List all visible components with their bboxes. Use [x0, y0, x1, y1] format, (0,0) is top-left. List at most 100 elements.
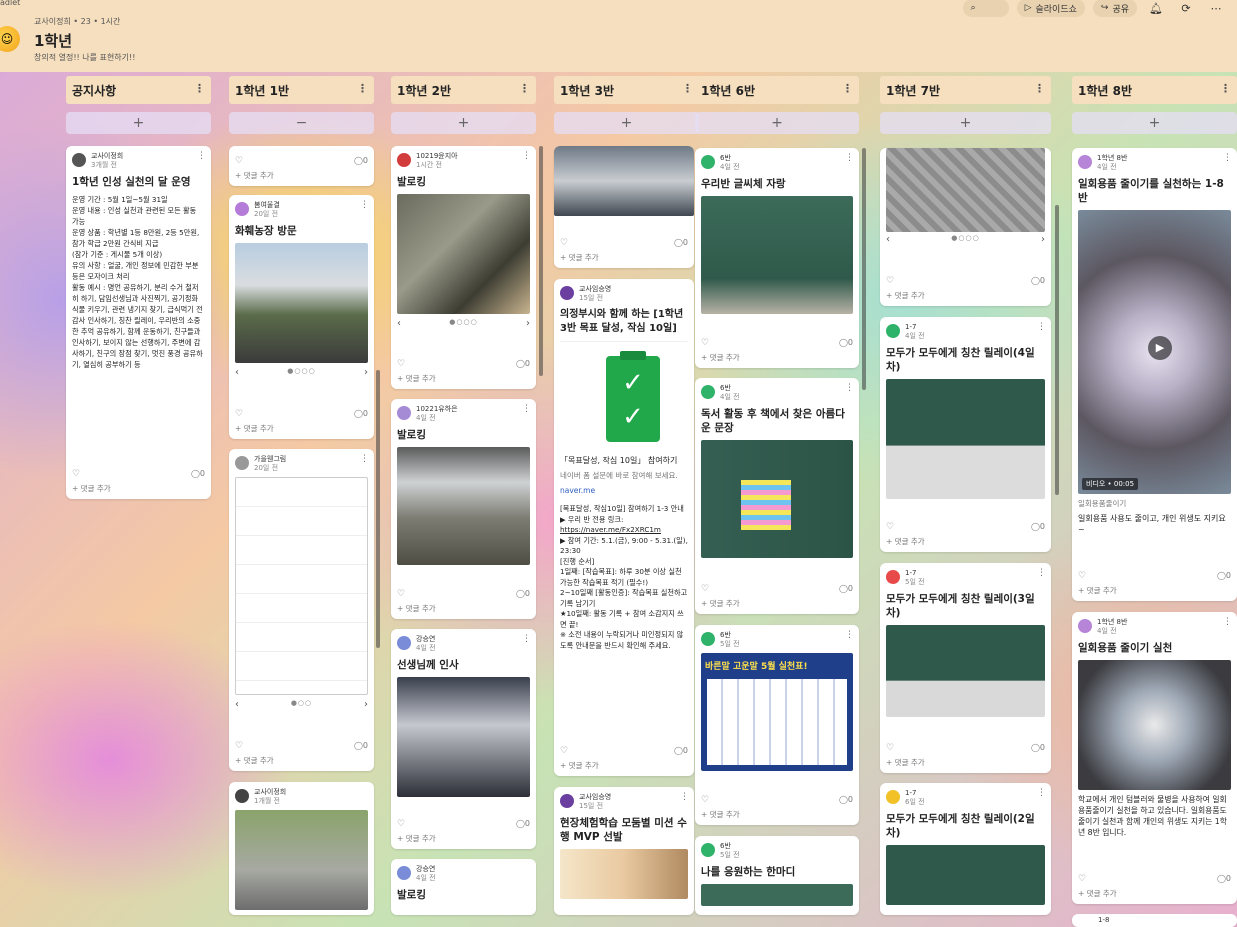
post-menu-icon[interactable]: ⋮: [1037, 788, 1046, 798]
next-icon[interactable]: ›: [364, 367, 368, 378]
link-preview-image[interactable]: ✓ ✓: [560, 341, 688, 451]
post-photo[interactable]: [886, 379, 1045, 499]
bell-icon[interactable]: 🔔︎: [1145, 0, 1167, 17]
add-post-button[interactable]: −: [229, 112, 374, 134]
prev-icon[interactable]: ‹: [235, 699, 239, 710]
column-scrollbar[interactable]: [539, 146, 543, 376]
add-comment-button[interactable]: + 댓글 추가: [701, 809, 740, 820]
heart-icon[interactable]: ♡: [701, 338, 709, 348]
post-menu-icon[interactable]: ⋮: [197, 151, 206, 161]
post-photo[interactable]: [397, 677, 530, 797]
post-photo[interactable]: 바른말 고운말 5월 실천표!: [701, 653, 853, 771]
heart-icon[interactable]: ♡: [235, 741, 243, 751]
column-scrollbar[interactable]: [1055, 205, 1059, 495]
heart-icon[interactable]: ♡: [886, 743, 894, 753]
add-comment-button[interactable]: + 댓글 추가: [701, 598, 740, 609]
post-menu-icon[interactable]: ⋮: [360, 200, 369, 210]
comment-icon[interactable]: ◯0: [354, 409, 368, 418]
heart-icon[interactable]: ♡: [886, 522, 894, 532]
comment-icon[interactable]: ◯0: [1031, 276, 1045, 285]
comment-icon[interactable]: ◯0: [839, 584, 853, 593]
remake-icon[interactable]: ⟳: [1175, 0, 1197, 17]
post-card[interactable]: 강승연 4일 전 ⋮ 선생님께 인사 ♡ ◯0 + 댓글 추가: [391, 629, 536, 849]
post-photo[interactable]: [701, 440, 853, 558]
heart-icon[interactable]: ♡: [235, 156, 243, 166]
comment-icon[interactable]: ◯0: [516, 819, 530, 828]
add-post-button[interactable]: +: [554, 112, 699, 134]
next-icon[interactable]: ›: [364, 699, 368, 710]
slideshow-button[interactable]: ▷ 슬라이드쇼: [1016, 0, 1085, 17]
post-card[interactable]: 6반 5일 전 ⋮ 바른말 고운말 5월 실천표! ♡ ◯0 + 댓글 추가: [695, 625, 859, 825]
comment-icon[interactable]: ◯0: [354, 741, 368, 750]
post-video[interactable]: ▶ 비디오 • 00:05: [1078, 210, 1231, 494]
heart-icon[interactable]: ♡: [886, 276, 894, 286]
add-comment-button[interactable]: + 댓글 추가: [397, 603, 436, 614]
post-menu-icon[interactable]: ⋮: [845, 630, 854, 640]
add-comment-button[interactable]: + 댓글 추가: [235, 755, 274, 766]
post-photo[interactable]: [886, 148, 1045, 232]
post-menu-icon[interactable]: ⋮: [845, 153, 854, 163]
post-card[interactable]: 1학년 8반 4일 전 ⋮ 일회용품 줄이기를 실천하는 1-8반 ▶ 비디오 …: [1072, 148, 1237, 601]
add-comment-button[interactable]: + 댓글 추가: [886, 536, 925, 547]
more-icon[interactable]: ⋯: [1205, 0, 1227, 17]
comment-icon[interactable]: ◯0: [354, 156, 368, 165]
heart-icon[interactable]: ♡: [235, 409, 243, 419]
comment-icon[interactable]: ◯0: [839, 795, 853, 804]
column-menu-icon[interactable]: ⋮: [519, 82, 530, 95]
share-button[interactable]: ↪ 공유: [1092, 0, 1137, 17]
comment-icon[interactable]: ◯0: [1031, 743, 1045, 752]
post-menu-icon[interactable]: ⋮: [680, 792, 689, 802]
post-photo[interactable]: [886, 625, 1045, 717]
post-card[interactable]: 교사임승영 15일 전 의정부시와 함께 하는 [1학년 3반 목표 달성, 작…: [554, 279, 694, 776]
comment-icon[interactable]: ◯0: [1031, 522, 1045, 531]
add-comment-button[interactable]: + 댓글 추가: [560, 760, 599, 771]
heart-icon[interactable]: ♡: [701, 795, 709, 805]
comment-icon[interactable]: ◯0: [674, 746, 688, 755]
add-comment-button[interactable]: + 댓글 추가: [886, 757, 925, 768]
post-card[interactable]: 강승연 4일 전 발로킹: [391, 859, 536, 915]
heart-icon[interactable]: ♡: [1078, 874, 1086, 884]
comment-icon[interactable]: ◯0: [1217, 571, 1231, 580]
post-menu-icon[interactable]: ⋮: [522, 404, 531, 414]
heart-icon[interactable]: ♡: [560, 238, 568, 248]
heart-icon[interactable]: ♡: [397, 359, 405, 369]
post-card[interactable]: 1학년 8반 4일 전 ⋮ 일회용품 줄이기 실천 학교에서 개인 텀블러와 물…: [1072, 612, 1237, 904]
post-card[interactable]: 1-7 4일 전 ⋮ 모두가 모두에게 칭찬 릴레이(4일차) ♡ ◯0 + 댓…: [880, 317, 1051, 552]
add-comment-button[interactable]: + 댓글 추가: [397, 373, 436, 384]
post-photo[interactable]: [554, 146, 694, 216]
post-card[interactable]: 10219윤지아 1시간 전 ⋮ 발로킹 ‹ ●○○○ › ♡ ◯0 + 댓글 …: [391, 146, 536, 389]
prev-icon[interactable]: ‹: [886, 234, 890, 245]
column-scrollbar[interactable]: [376, 370, 380, 648]
post-card[interactable]: 6반 4일 전 ⋮ 우리반 글씨체 자랑 ♡ ◯0 + 댓글 추가: [695, 148, 859, 368]
comment-icon[interactable]: ◯0: [1217, 874, 1231, 883]
post-photo[interactable]: [886, 845, 1045, 905]
prev-icon[interactable]: ‹: [397, 318, 401, 329]
comment-icon[interactable]: ◯0: [674, 238, 688, 247]
post-photo[interactable]: [235, 243, 368, 363]
next-icon[interactable]: ›: [526, 318, 530, 329]
comment-icon[interactable]: ◯0: [516, 359, 530, 368]
column-menu-icon[interactable]: ⋮: [1220, 82, 1231, 95]
heart-icon[interactable]: ♡: [72, 469, 80, 479]
post-photo[interactable]: [701, 196, 853, 314]
post-card[interactable]: ‹ ●○○○ › ♡ ◯0 + 댓글 추가: [880, 148, 1051, 306]
add-comment-button[interactable]: + 댓글 추가: [72, 483, 111, 494]
post-card[interactable]: 10221유하은 4일 전 ⋮ 발로킹 ♡ ◯0 + 댓글 추가: [391, 399, 536, 619]
heart-icon[interactable]: ♡: [560, 746, 568, 756]
post-photo[interactable]: [397, 447, 530, 565]
post-menu-icon[interactable]: ⋮: [1223, 617, 1232, 627]
post-card[interactable]: ♡ ◯0 + 댓글 추가: [554, 146, 694, 268]
play-icon[interactable]: ▶: [1148, 336, 1172, 360]
link-preview-title[interactable]: 「목표달성, 작심 10일」 참여하기: [554, 453, 694, 468]
post-card[interactable]: 교사이정희 1개월 전: [229, 782, 374, 915]
add-post-button[interactable]: +: [1072, 112, 1237, 134]
post-photo[interactable]: [1078, 660, 1231, 790]
post-card[interactable]: ♡ ◯0 + 댓글 추가: [229, 146, 374, 186]
post-photo[interactable]: [235, 810, 368, 910]
add-comment-button[interactable]: + 댓글 추가: [235, 170, 274, 181]
post-card[interactable]: 1-7 5일 전 ⋮ 모두가 모두에게 칭찬 릴레이(3일차) ♡ ◯0 + 댓…: [880, 563, 1051, 773]
post-menu-icon[interactable]: ⋮: [522, 634, 531, 644]
post-photo[interactable]: [397, 194, 530, 314]
add-comment-button[interactable]: + 댓글 추가: [1078, 585, 1117, 596]
post-card[interactable]: 1-8: [1072, 914, 1237, 927]
